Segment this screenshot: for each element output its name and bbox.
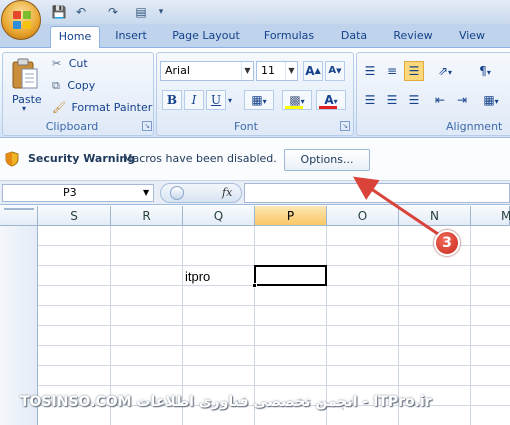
fill-color-swatch — [285, 106, 303, 109]
grid-row-line — [38, 325, 510, 326]
copy-icon: ⧉ — [52, 79, 60, 92]
copy-button[interactable]: ⧉ Copy — [52, 76, 95, 96]
redo-icon[interactable]: ↷ — [104, 3, 122, 21]
column-header-n[interactable]: N — [399, 206, 471, 226]
clipboard-group-label: Clipboard — [45, 120, 99, 133]
column-header-q[interactable]: Q — [183, 206, 255, 226]
borders-icon: ▦ — [251, 93, 263, 107]
alignment-group-label: Alignment — [446, 120, 503, 133]
clipboard-launcher-icon[interactable]: ↘ — [142, 121, 152, 131]
grow-font-button[interactable]: A▲ — [303, 61, 323, 81]
align-top-icon[interactable]: ☰ — [360, 61, 380, 81]
options-button[interactable]: Options... — [284, 149, 370, 171]
name-box-dropdown-icon[interactable]: ▼ — [143, 185, 153, 201]
grow-font-icon: ▲ — [314, 66, 321, 75]
cut-label: Cut — [68, 57, 88, 70]
paste-icon[interactable] — [10, 56, 40, 92]
paintbrush-icon: 🖌 — [52, 101, 66, 114]
align-middle-icon[interactable]: ≡ — [382, 61, 402, 81]
align-center-icon[interactable]: ☰ — [382, 90, 402, 110]
align-left-icon[interactable]: ☰ — [360, 90, 380, 110]
insert-function-button[interactable]: fx — [222, 186, 232, 199]
watermark-text: TOSINSO.COM انجمن تخصصی فناوری اطلاعات -… — [20, 394, 432, 410]
column-header-s[interactable]: S — [38, 206, 111, 226]
grow-font-glyph: A — [305, 64, 315, 78]
font-name-combo[interactable]: Arial ▼ — [160, 61, 254, 81]
office-button[interactable] — [1, 0, 41, 40]
tab-page-layout[interactable]: Page Layout — [168, 26, 244, 48]
font-launcher-icon[interactable]: ↘ — [340, 121, 350, 131]
borders-button[interactable]: ▦▾ — [244, 90, 274, 110]
format-painter-button[interactable]: 🖌 Format Painter — [52, 98, 152, 118]
save-icon[interactable]: 💾 — [50, 3, 68, 21]
wrap-text-icon[interactable]: ¶▾ — [470, 61, 500, 81]
underline-button[interactable]: U — [206, 90, 226, 110]
quick-print-icon[interactable]: ▤ — [132, 3, 150, 21]
shrink-font-button[interactable]: A▼ — [325, 61, 345, 81]
name-box[interactable]: P3 — [2, 184, 154, 202]
paste-button[interactable]: Paste — [12, 90, 42, 110]
scissors-icon: ✂ — [52, 57, 62, 70]
column-header-m[interactable]: M — [471, 206, 510, 226]
security-warning-message: Macros have been disabled. — [123, 152, 277, 165]
decrease-indent-icon[interactable]: ⇤ — [430, 90, 450, 110]
active-cell-p3[interactable] — [254, 265, 327, 286]
tab-formulas[interactable]: Formulas — [256, 26, 322, 48]
font-size-value: 11 — [261, 64, 275, 77]
font-color-icon: A — [324, 93, 334, 107]
bold-button[interactable]: B — [162, 90, 182, 110]
chevron-down-icon: ▾ — [300, 97, 305, 106]
grid-row-line — [38, 365, 510, 366]
security-warning-title: Security Warning — [28, 152, 136, 165]
orientation-icon[interactable]: ⇗▾ — [430, 61, 460, 81]
formula-bar-expand-icon[interactable] — [170, 186, 184, 200]
office-logo-icon — [13, 11, 31, 29]
chevron-down-icon[interactable]: ▼ — [285, 62, 297, 80]
font-size-combo[interactable]: 11 ▼ — [256, 61, 298, 81]
grid-row-line — [38, 305, 510, 306]
shield-icon — [5, 151, 19, 167]
fill-bucket-icon: ▩ — [289, 93, 301, 107]
font-color-swatch — [319, 106, 337, 109]
chevron-down-icon[interactable]: ▼ — [241, 62, 253, 80]
merge-center-icon[interactable]: ▦▾ — [476, 90, 506, 110]
grid-row-line — [38, 345, 510, 346]
tab-data[interactable]: Data — [334, 26, 374, 48]
paste-dropdown-icon[interactable]: ▾ — [22, 104, 26, 113]
format-painter-label: Format Painter — [71, 101, 153, 114]
tab-insert[interactable]: Insert — [106, 26, 156, 48]
column-header-r[interactable]: R — [111, 206, 183, 226]
shrink-font-icon: ▼ — [336, 67, 342, 75]
align-bottom-icon[interactable]: ☰ — [404, 61, 424, 81]
grid-row-line — [38, 385, 510, 386]
select-all-corner[interactable] — [0, 206, 38, 226]
tab-review[interactable]: Review — [386, 26, 440, 48]
align-right-icon[interactable]: ☰ — [404, 90, 424, 110]
tab-home[interactable]: Home — [50, 26, 100, 49]
undo-icon[interactable]: ↶ — [72, 3, 90, 21]
font-name-value: Arial — [165, 64, 190, 77]
formula-input[interactable] — [244, 183, 510, 203]
italic-button[interactable]: I — [184, 90, 204, 110]
cell-q3[interactable]: itpro — [185, 269, 210, 284]
tab-view[interactable]: View — [450, 26, 494, 48]
copy-label: Copy — [67, 79, 96, 92]
fill-handle[interactable] — [252, 283, 257, 288]
font-group-label: Font — [234, 120, 258, 133]
chevron-down-icon: ▾ — [333, 97, 338, 106]
column-header-o[interactable]: O — [327, 206, 399, 226]
underline-dropdown-icon[interactable]: ▾ — [228, 96, 232, 105]
annotation-number-badge: 3 — [434, 230, 460, 256]
cut-button[interactable]: ✂ Cut — [52, 54, 88, 74]
column-header-p[interactable]: P — [255, 206, 327, 226]
qat-customize-icon[interactable]: ▾ — [152, 3, 170, 21]
shrink-font-glyph: A — [328, 65, 337, 76]
chevron-down-icon: ▾ — [262, 97, 267, 106]
increase-indent-icon[interactable]: ⇥ — [452, 90, 472, 110]
